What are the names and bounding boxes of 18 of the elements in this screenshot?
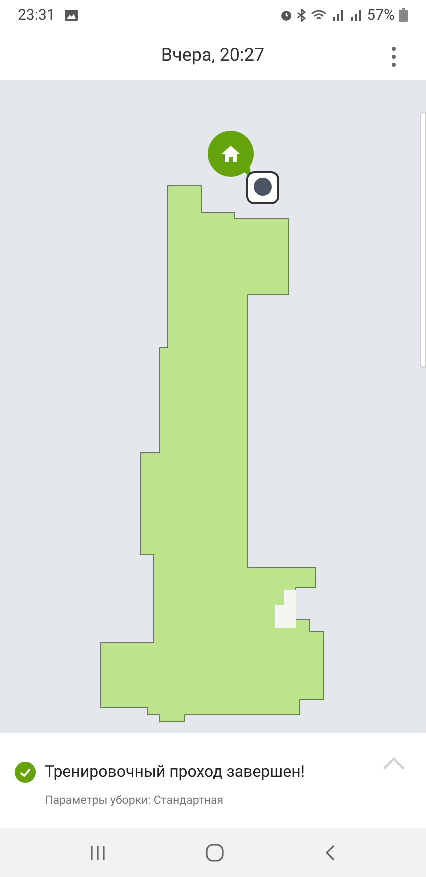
back-icon — [324, 844, 336, 860]
recent-apps-icon — [90, 844, 106, 860]
signal-icon — [349, 9, 364, 21]
home-icon — [206, 844, 224, 862]
alarm-icon — [280, 8, 294, 22]
status-time: 23:31 — [18, 4, 56, 26]
bluetooth-icon — [297, 8, 308, 22]
battery-percent: 57% — [367, 4, 395, 26]
battery-icon — [399, 8, 408, 22]
check-icon — [15, 762, 36, 782]
robot-icon — [246, 171, 280, 205]
image-icon — [65, 10, 78, 20]
header-title: Вчера, 20:27 — [161, 44, 265, 68]
notice-subtitle: Параметры уборки: Стандартная — [45, 792, 225, 809]
notice-title: Тренировочный проход завершен! — [45, 761, 305, 783]
chevron-up-icon — [382, 757, 406, 771]
signal-icon — [331, 9, 346, 21]
wifi-icon — [311, 8, 328, 22]
